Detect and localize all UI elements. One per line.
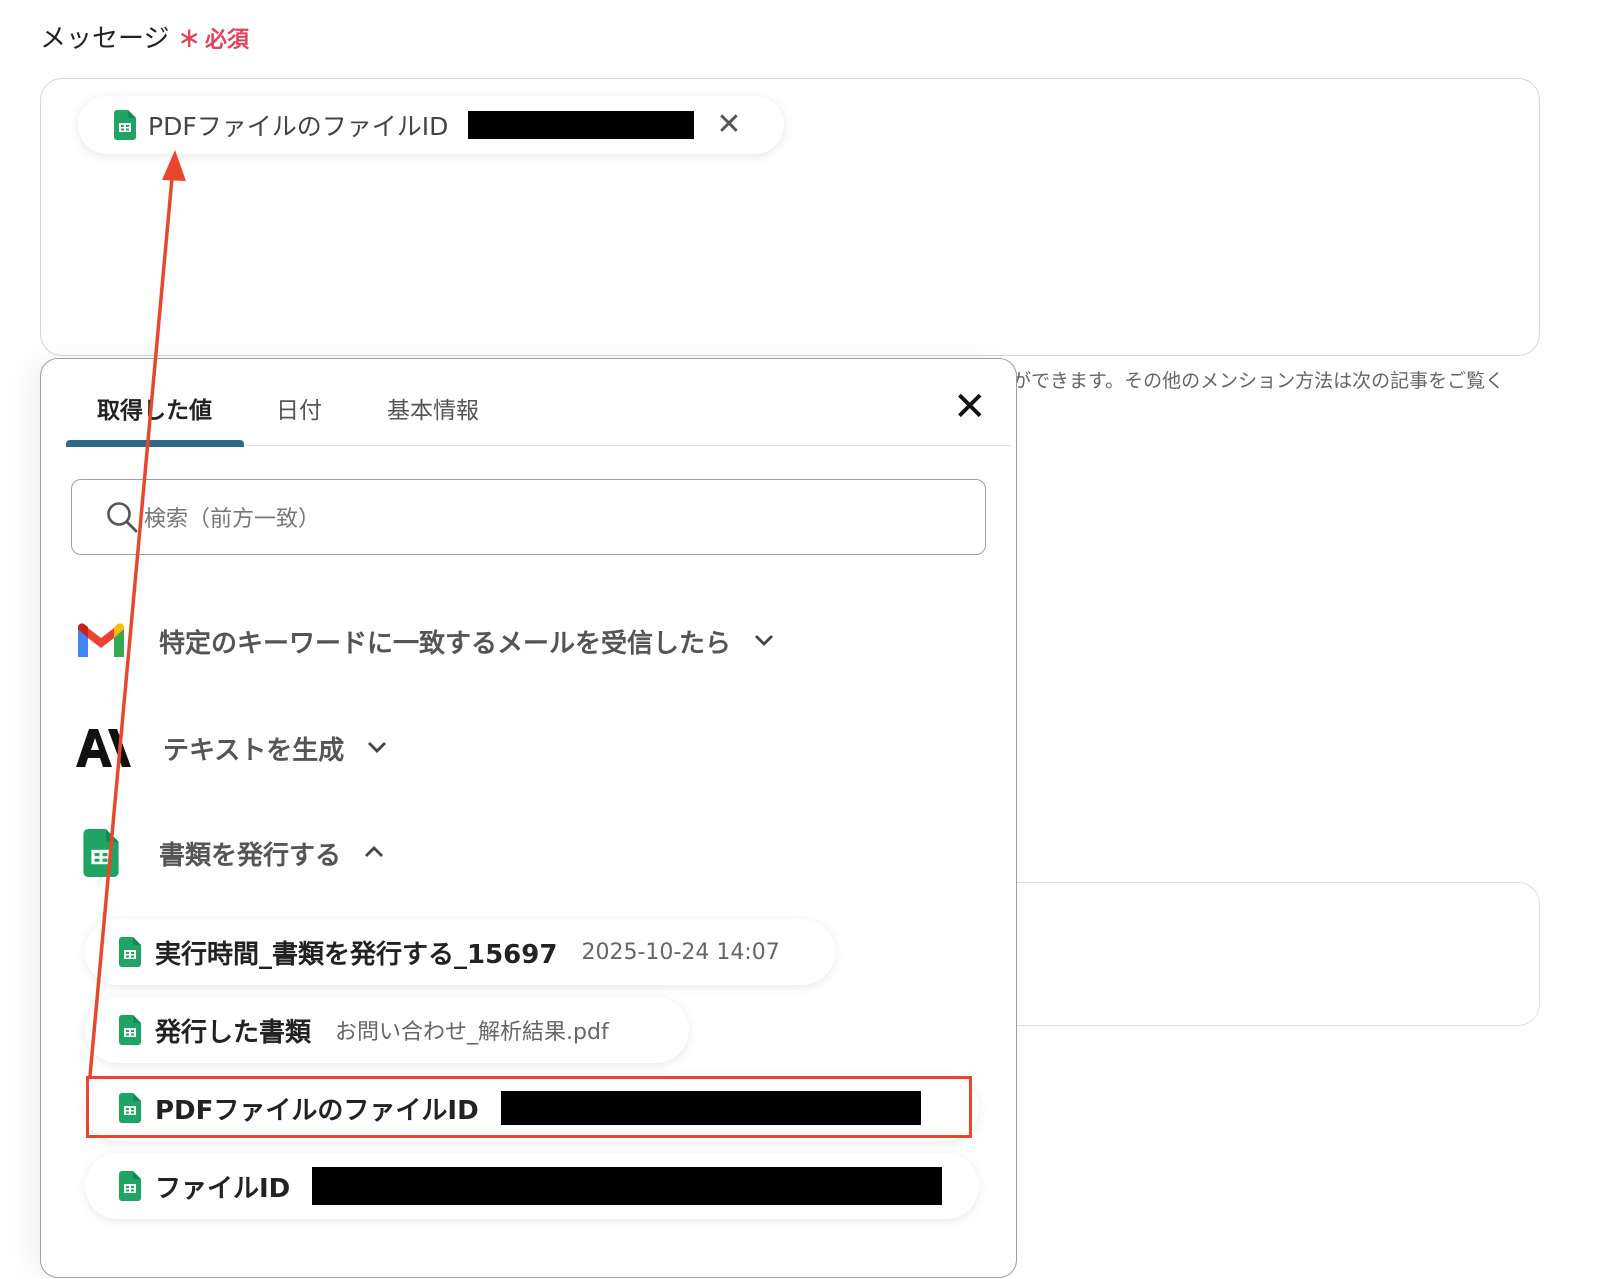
annotation-arrow: [88, 150, 186, 1077]
